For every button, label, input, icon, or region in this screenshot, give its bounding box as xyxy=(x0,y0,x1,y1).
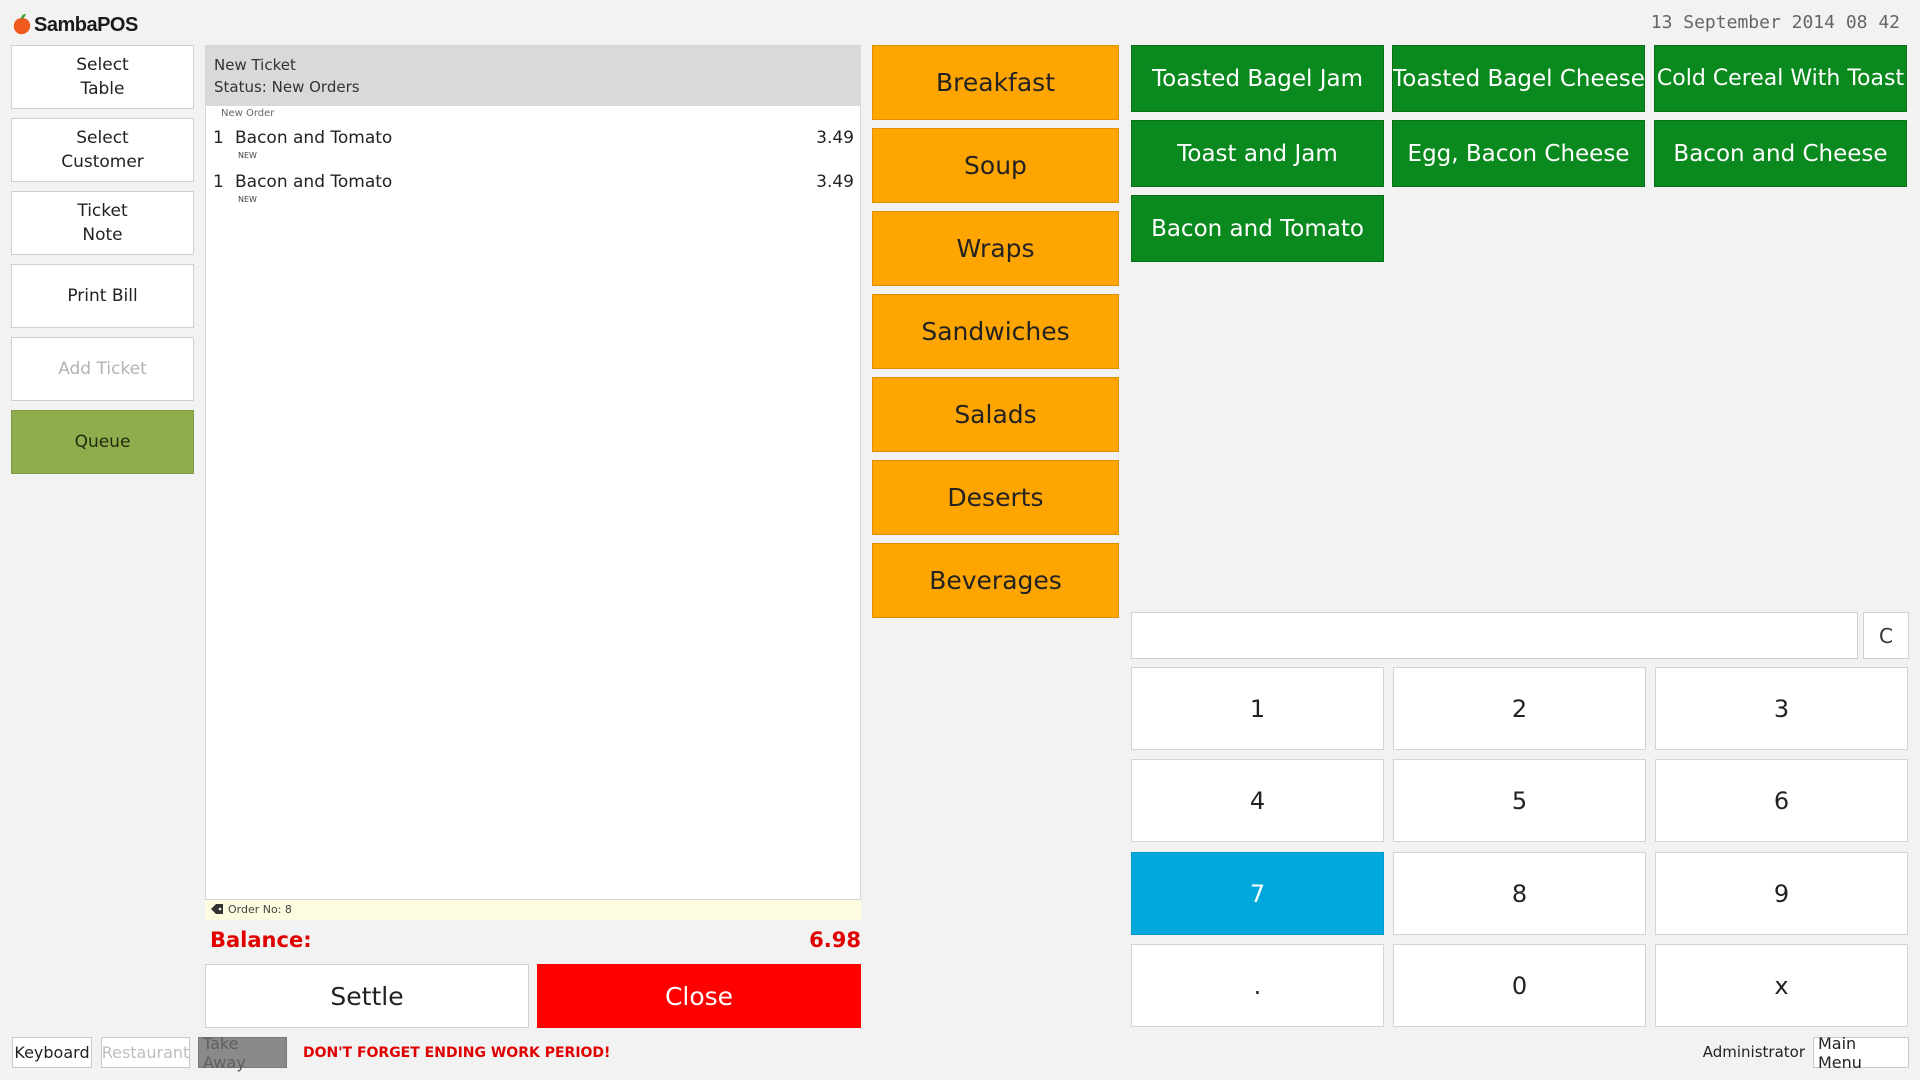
category-sandwiches[interactable]: Sandwiches xyxy=(872,294,1119,369)
main-menu-button[interactable]: Main Menu xyxy=(1813,1034,1909,1072)
category-soup[interactable]: Soup xyxy=(872,128,1119,203)
balance-value: 6.98 xyxy=(809,928,861,952)
numpad-key-3[interactable]: 3 xyxy=(1655,667,1908,750)
order-line[interactable]: 1 Bacon and Tomato NEW 3.49 xyxy=(206,172,860,212)
numpad-key-1[interactable]: 1 xyxy=(1131,667,1384,750)
numpad-key-5[interactable]: 5 xyxy=(1393,759,1646,842)
restaurant-button[interactable]: Restaurant xyxy=(101,1037,190,1068)
add-ticket-button[interactable]: Add Ticket xyxy=(11,337,194,401)
ticket-status: Status: New Orders xyxy=(214,78,360,96)
numpad-key-4[interactable]: 4 xyxy=(1131,759,1384,842)
keyboard-button[interactable]: Keyboard xyxy=(12,1037,92,1068)
menu-item-egg-bacon-cheese[interactable]: Egg, Bacon Cheese xyxy=(1392,120,1645,187)
take-away-button[interactable]: Take Away xyxy=(198,1034,287,1072)
order-qty: 1 xyxy=(213,128,224,148)
category-salads[interactable]: Salads xyxy=(872,377,1119,452)
order-tag: NEW xyxy=(238,195,257,204)
select-customer-button[interactable]: Select Customer xyxy=(11,118,194,182)
menu-item-bacon-and-tomato[interactable]: Bacon and Tomato xyxy=(1131,195,1384,262)
numpad-key-2[interactable]: 2 xyxy=(1393,667,1646,750)
order-name: Bacon and Tomato xyxy=(235,172,393,192)
category-deserts[interactable]: Deserts xyxy=(872,460,1119,535)
numpad-key-dot[interactable]: . xyxy=(1131,944,1384,1027)
ticket-panel: New Ticket Status: New Orders New Order … xyxy=(205,45,861,900)
work-period-warning: DON'T FORGET ENDING WORK PERIOD! xyxy=(303,1045,611,1061)
menu-item-bacon-and-cheese[interactable]: Bacon and Cheese xyxy=(1654,120,1907,187)
category-beverages[interactable]: Beverages xyxy=(872,543,1119,618)
order-price: 3.49 xyxy=(816,172,854,192)
app-logo: SambaPOS xyxy=(12,10,138,40)
order-tag: NEW xyxy=(238,151,257,160)
numpad-key-0[interactable]: 0 xyxy=(1393,944,1646,1027)
order-name: Bacon and Tomato xyxy=(235,128,393,148)
menu-item-toasted-bagel-jam[interactable]: Toasted Bagel Jam xyxy=(1131,45,1384,112)
samba-logo-icon xyxy=(12,14,32,36)
clear-button[interactable]: C xyxy=(1863,612,1909,659)
category-breakfast[interactable]: Breakfast xyxy=(872,45,1119,120)
select-table-button[interactable]: Select Table xyxy=(11,45,194,109)
order-line[interactable]: 1 Bacon and Tomato NEW 3.49 xyxy=(206,128,860,168)
numpad-input[interactable] xyxy=(1131,612,1858,659)
app-name: SambaPOS xyxy=(34,13,138,36)
clock-datetime: 13 September 2014 08 42 xyxy=(1650,12,1900,33)
queue-button[interactable]: Queue xyxy=(11,410,194,474)
close-button[interactable]: Close xyxy=(537,964,861,1028)
menu-item-toasted-bagel-cheese[interactable]: Toasted Bagel Cheese xyxy=(1392,45,1645,112)
order-number: Order No: 8 xyxy=(228,903,292,916)
order-number-bar: Order No: 8 xyxy=(205,900,861,920)
category-wraps[interactable]: Wraps xyxy=(872,211,1119,286)
numpad-key-8[interactable]: 8 xyxy=(1393,852,1646,935)
menu-item-toast-and-jam[interactable]: Toast and Jam xyxy=(1131,120,1384,187)
user-name: Administrator xyxy=(1702,1043,1805,1061)
numpad-key-6[interactable]: 6 xyxy=(1655,759,1908,842)
ticket-title: New Ticket xyxy=(214,56,296,74)
print-bill-button[interactable]: Print Bill xyxy=(11,264,194,328)
order-price: 3.49 xyxy=(816,128,854,148)
tag-icon xyxy=(211,904,223,914)
settle-button[interactable]: Settle xyxy=(205,964,529,1028)
menu-item-cold-cereal-with-toast[interactable]: Cold Cereal With Toast xyxy=(1654,45,1907,112)
numpad-key-7[interactable]: 7 xyxy=(1131,852,1384,935)
ticket-note-button[interactable]: Ticket Note xyxy=(11,191,194,255)
numpad-key-9[interactable]: 9 xyxy=(1655,852,1908,935)
order-group-label: New Order xyxy=(221,108,275,119)
balance-label: Balance: xyxy=(210,928,312,952)
numpad-key-multiply[interactable]: x xyxy=(1655,944,1908,1027)
order-qty: 1 xyxy=(213,172,224,192)
ticket-header: New Ticket Status: New Orders xyxy=(206,46,860,106)
